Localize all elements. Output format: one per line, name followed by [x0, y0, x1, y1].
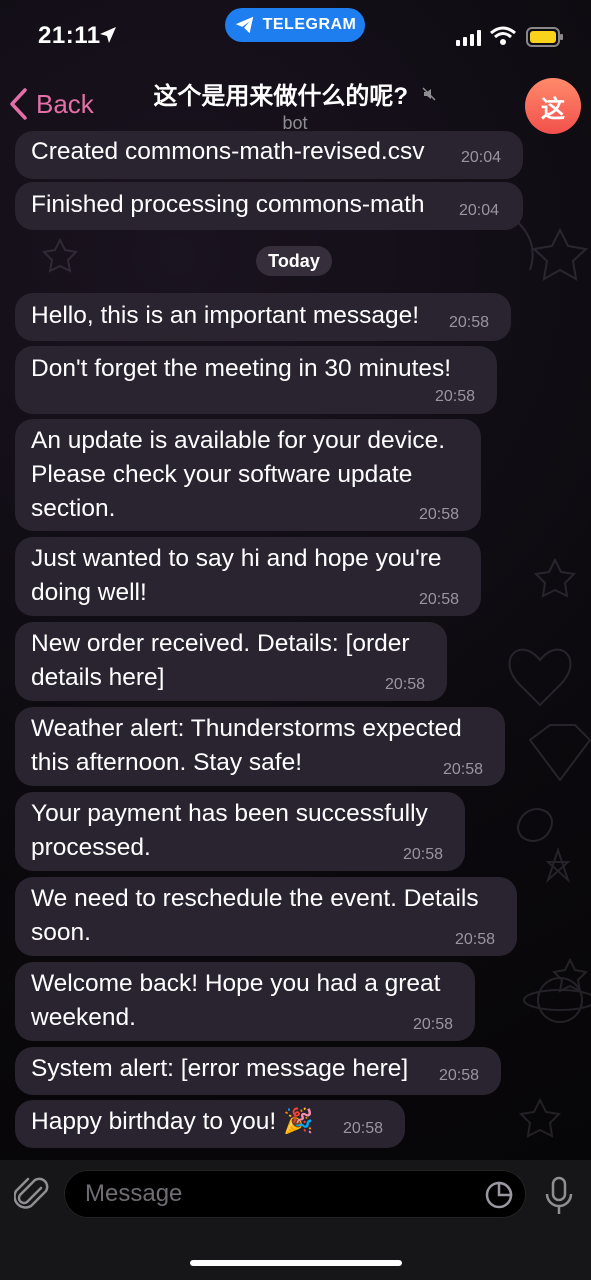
status-bar: 21:11 TELEGRAM: [0, 0, 591, 76]
back-button[interactable]: Back: [8, 86, 94, 122]
microphone-icon[interactable]: [543, 1176, 575, 1216]
message-text: Weather alert: Thunderstorms expected th…: [31, 715, 462, 776]
back-label: Back: [36, 88, 94, 119]
wifi-icon: [490, 26, 516, 45]
message-time: 20:58: [439, 1067, 480, 1084]
message-bubble[interactable]: Created commons-math-revised.csv 20:04: [15, 131, 523, 179]
message-bubble[interactable]: Hello, this is an important message! 20:…: [15, 293, 511, 341]
message-time: 20:58: [413, 1016, 454, 1033]
message-text: Welcome back! Hope you had a great weeke…: [31, 970, 441, 1031]
message-input[interactable]: [64, 1170, 526, 1218]
message-time: 20:04: [459, 202, 500, 219]
location-arrow-icon: [100, 27, 116, 43]
message-text: Don't forget the meeting in 30 minutes!: [31, 355, 452, 382]
message-text: Hello, this is an important message!: [31, 302, 420, 329]
chevron-left-icon: [10, 88, 27, 120]
message-bubble[interactable]: Don't forget the meeting in 30 minutes! …: [15, 346, 497, 414]
message-list[interactable]: Created commons-math-revised.csv 20:04 F…: [0, 0, 591, 1160]
message-bubble[interactable]: We need to reschedule the event. Details…: [15, 877, 517, 956]
telegram-pill-label: TELEGRAM: [262, 16, 357, 33]
message-text: Your payment has been successfully proce…: [31, 800, 428, 861]
cellular-signal-icon: [456, 30, 481, 46]
message-time: 20:58: [403, 846, 444, 863]
message-bubble[interactable]: An update is available for your device. …: [15, 419, 481, 531]
chat-header: Back 这个是用来做什么的呢? bot 这: [0, 68, 591, 138]
message-text: Just wanted to say hi and hope you're do…: [31, 545, 442, 606]
status-time: 21:11: [38, 22, 101, 49]
message-time: 20:58: [455, 931, 496, 948]
battery-icon: [526, 27, 563, 47]
message-bubble[interactable]: Just wanted to say hi and hope you're do…: [15, 537, 481, 616]
mute-icon: [422, 86, 436, 101]
message-bubble[interactable]: Welcome back! Hope you had a great weeke…: [15, 962, 475, 1041]
message-time: 20:58: [419, 506, 460, 523]
message-time: 20:58: [385, 676, 426, 693]
avatar[interactable]: 这: [525, 78, 581, 134]
message-time: 20:58: [343, 1120, 384, 1137]
message-text: Finished processing commons-math: [31, 191, 425, 218]
message-text: Happy birthday to you! 🎉: [31, 1108, 314, 1135]
message-bubble[interactable]: Your payment has been successfully proce…: [15, 792, 465, 871]
attach-icon[interactable]: [14, 1174, 52, 1214]
sticker-icon[interactable]: [484, 1180, 514, 1210]
message-text: System alert: [error message here]: [31, 1055, 409, 1082]
message-time: 20:58: [435, 388, 476, 405]
message-time: 20:58: [449, 314, 490, 331]
message-bubble[interactable]: Weather alert: Thunderstorms expected th…: [15, 707, 505, 786]
message-bubble[interactable]: Finished processing commons-math 20:04: [15, 182, 523, 230]
date-separator: Today: [256, 246, 332, 276]
message-text: An update is available for your device. …: [31, 427, 446, 522]
chat-subtitle: bot: [282, 113, 308, 133]
message-bubble[interactable]: Happy birthday to you! 🎉 20:58: [15, 1100, 405, 1148]
chat-title: 这个是用来做什么的呢?: [153, 83, 409, 110]
telegram-pill[interactable]: TELEGRAM: [225, 8, 365, 42]
message-time: 20:58: [419, 591, 460, 608]
home-indicator[interactable]: [190, 1260, 402, 1266]
message-time: 20:58: [443, 761, 484, 778]
message-text: We need to reschedule the event. Details…: [31, 885, 479, 946]
message-text: New order received. Details: [order deta…: [31, 630, 410, 691]
message-time: 20:04: [461, 149, 502, 166]
telegram-plane-icon: [235, 16, 253, 34]
chat-title-group[interactable]: 这个是用来做什么的呢? bot: [130, 76, 460, 134]
message-bubble[interactable]: System alert: [error message here] 20:58: [15, 1047, 501, 1095]
message-bubble[interactable]: New order received. Details: [order deta…: [15, 622, 447, 701]
